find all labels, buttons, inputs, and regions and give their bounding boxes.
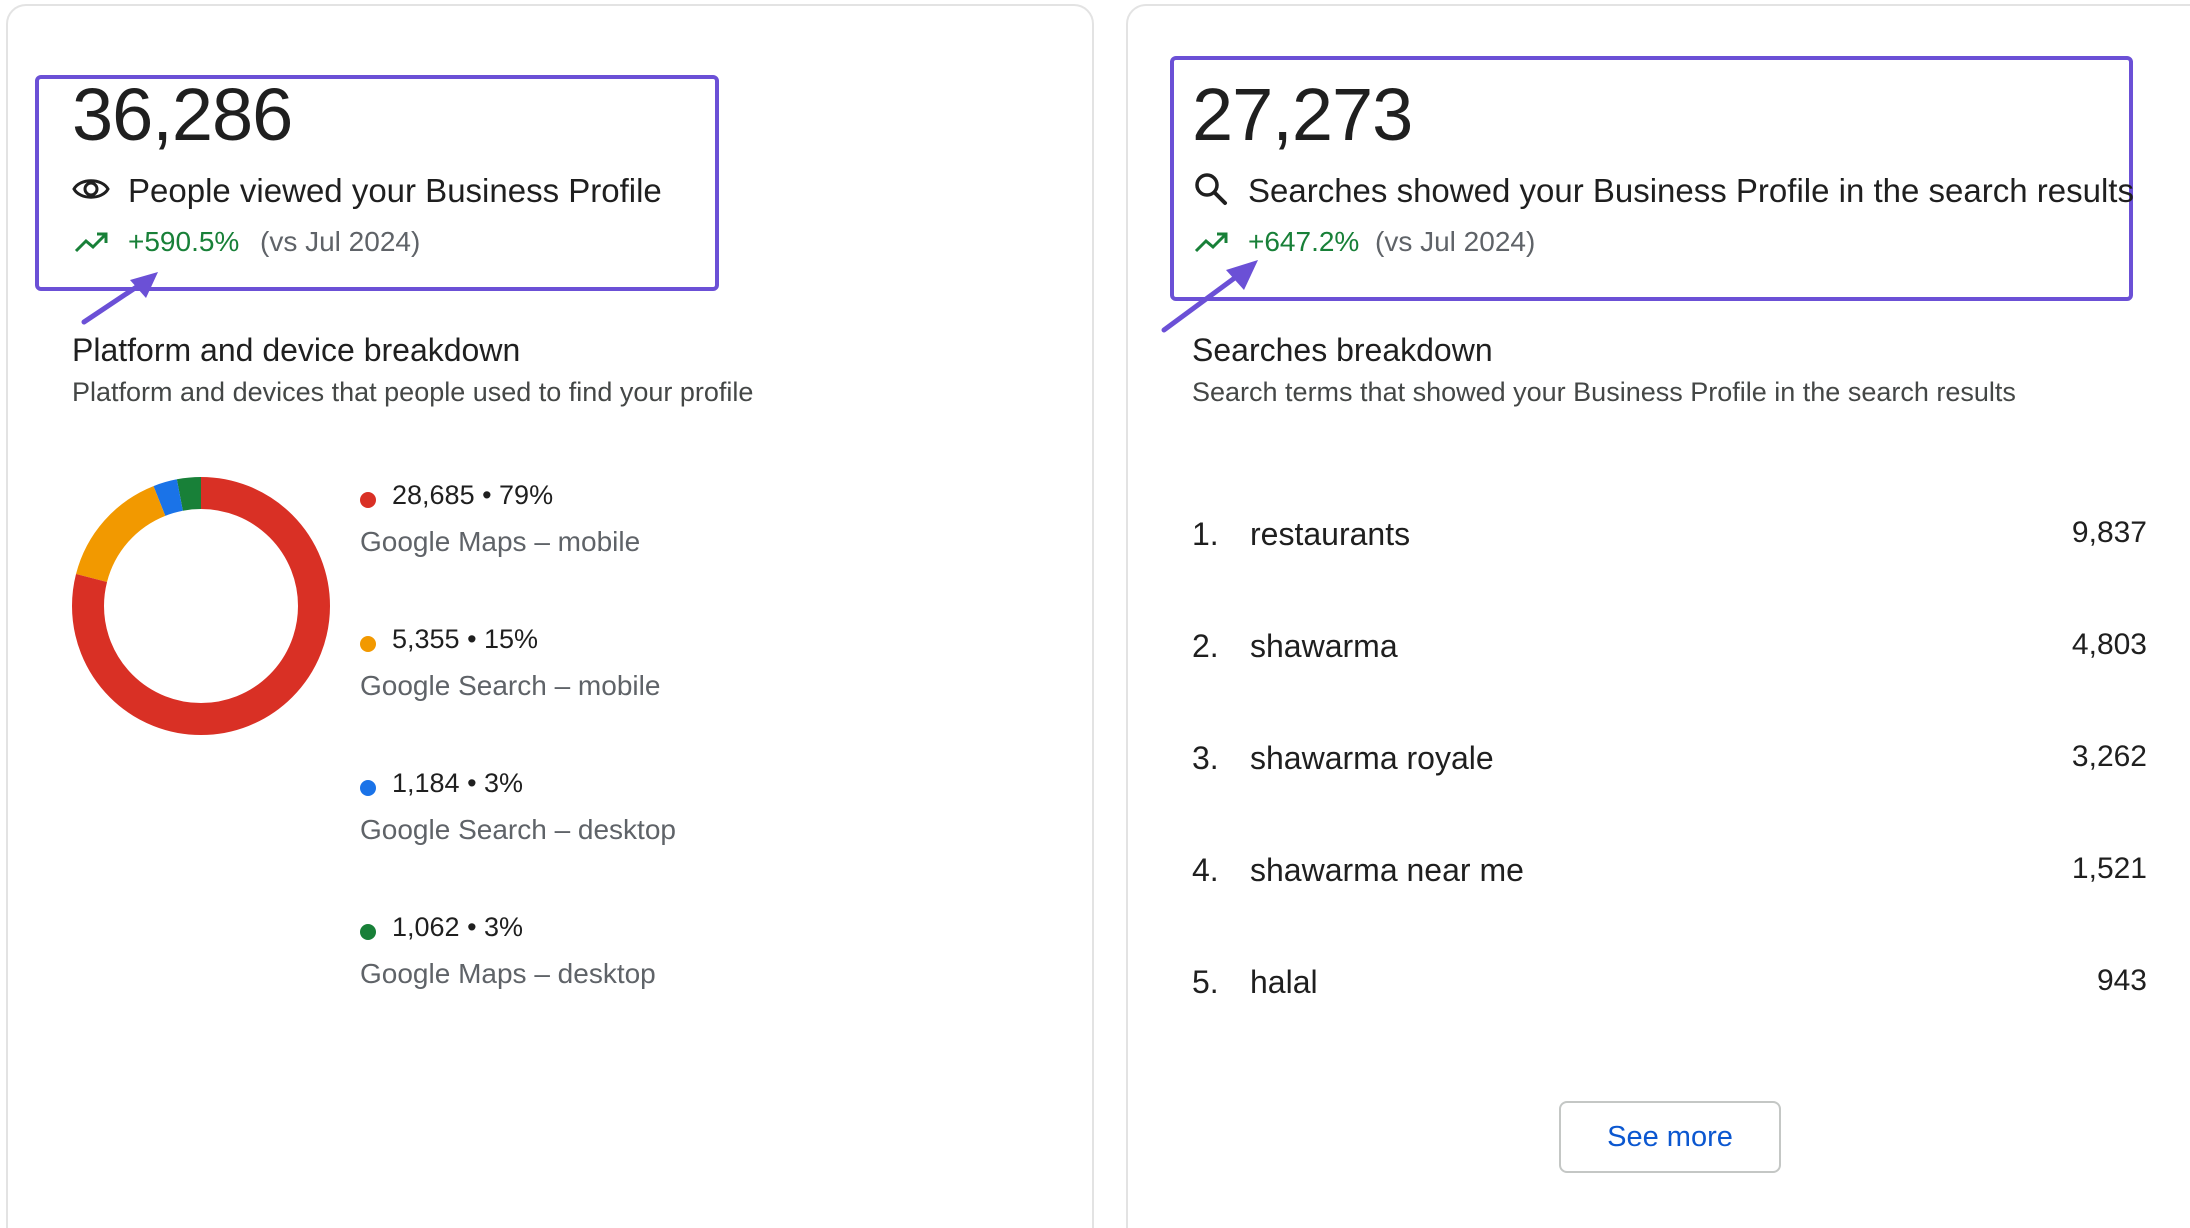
term-rank: 2.: [1192, 628, 1219, 664]
views-delta: +590.5%: [128, 226, 240, 257]
term-text: halal: [1250, 964, 1318, 1000]
term-count: 3,262: [2071, 740, 2147, 773]
views-count: 36,286: [72, 73, 293, 156]
legend-source: Google Maps – mobile: [360, 526, 641, 557]
legend-value: 28,685 • 79%: [392, 480, 554, 510]
search-term-row: 4. shawarma near me 1,521: [1192, 854, 2147, 894]
searches-breakdown-title: Searches breakdown: [1192, 332, 1493, 368]
platform-breakdown-subtitle: Platform and devices that people used to…: [72, 377, 754, 407]
legend-value: 5,355 • 15%: [392, 624, 539, 654]
legend-dot: [360, 636, 376, 652]
searches-label: Searches showed your Business Profile in…: [1248, 172, 2134, 209]
term-count: 1,521: [2071, 852, 2147, 885]
term-count: 943: [2096, 964, 2147, 997]
term-text: restaurants: [1250, 516, 1411, 552]
trending-up-icon: [74, 230, 110, 259]
term-rank: 4.: [1192, 852, 1219, 888]
term-text: shawarma royale: [1250, 740, 1494, 776]
legend-source: Google Search – desktop: [360, 814, 676, 845]
platform-breakdown-title: Platform and device breakdown: [72, 332, 521, 368]
legend-dot: [360, 492, 376, 508]
legend-value: 1,062 • 3%: [392, 912, 524, 942]
legend-source: Google Search – mobile: [360, 670, 661, 701]
legend-dot: [360, 924, 376, 940]
search-term-row: 3. shawarma royale 3,262: [1192, 742, 2147, 782]
term-rank: 3.: [1192, 740, 1219, 776]
see-more-button[interactable]: See more: [1559, 1101, 1781, 1173]
annotation-arrow: [1158, 256, 1268, 341]
trending-up-icon: [1194, 230, 1230, 259]
legend-dot: [360, 780, 376, 796]
search-term-row: 1. restaurants 9,837: [1192, 518, 2147, 558]
term-rank: 5.: [1192, 964, 1219, 1000]
searches-count: 27,273: [1192, 73, 1413, 156]
platform-donut-chart: [72, 477, 330, 735]
term-rank: 1.: [1192, 516, 1219, 552]
searches-delta: +647.2%: [1248, 226, 1360, 257]
views-delta-comparison: (vs Jul 2024): [260, 226, 421, 257]
search-icon: [1194, 172, 1228, 211]
annotation-arrow: [78, 268, 168, 333]
legend-source: Google Maps – desktop: [360, 958, 656, 989]
search-term-row: 2. shawarma 4,803: [1192, 630, 2147, 670]
legend-value: 1,184 • 3%: [392, 768, 524, 798]
searches-delta-comparison: (vs Jul 2024): [1375, 226, 1536, 257]
searches-breakdown-subtitle: Search terms that showed your Business P…: [1192, 377, 2016, 407]
eye-icon: [72, 174, 110, 209]
term-text: shawarma: [1250, 628, 1398, 664]
term-text: shawarma near me: [1250, 852, 1524, 888]
search-term-row: 5. halal 943: [1192, 966, 2147, 1006]
term-count: 4,803: [2071, 628, 2147, 661]
term-count: 9,837: [2071, 516, 2147, 549]
views-label: People viewed your Business Profile: [128, 172, 662, 209]
